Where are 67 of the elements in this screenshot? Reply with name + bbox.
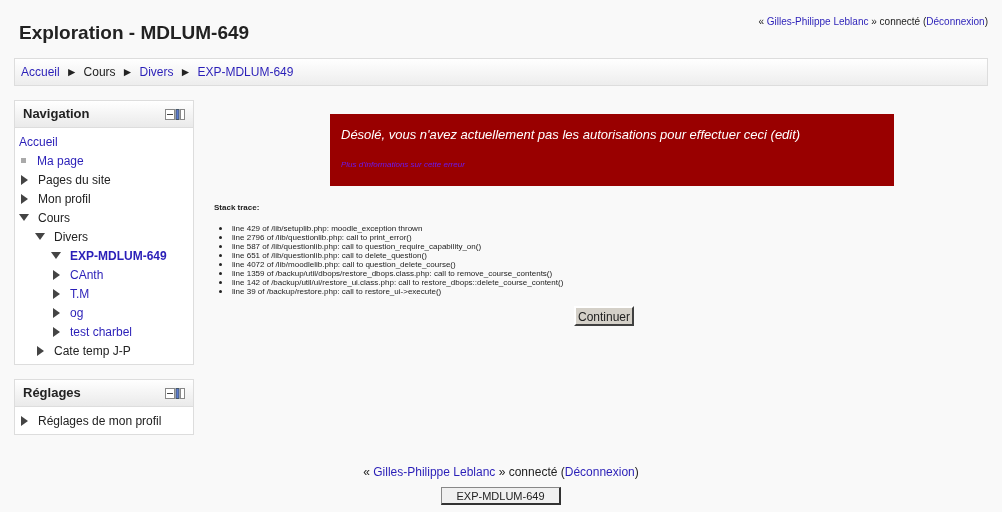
nav-item[interactable]: EXP-MDLUM-649 [70,246,167,265]
bullet-icon [219,227,222,230]
breadcrumb-separator: ► [121,64,134,81]
stack-trace-line: line 1359 of /backup/util/dbops/restore_dbops.class.php: call to remove_course_contents() [232,268,553,278]
user-link[interactable]: Gilles-Philippe Leblanc [766,14,869,29]
stack-trace-line: line 587 of /lib/questionlib.php: call to question_require_capability_on() [232,241,482,251]
collapsed-arrow-icon[interactable] [52,269,60,280]
bullet-icon [219,290,222,293]
nav-item[interactable]: Cours [38,208,70,227]
collapsed-arrow-icon[interactable] [52,307,60,318]
collapsed-arrow-icon[interactable] [20,193,28,204]
stack-trace-line: line 4072 of /lib/moodlelib.php: call to question_delete_course() [232,259,456,269]
stack-trace-line: line 39 of /backup/restore.php: call to restore_ui->execute() [232,286,442,298]
stack-trace-line: line 429 of /lib/setuplib.php: moodle_exception thrown [232,222,423,233]
bullet-icon [219,272,222,275]
bullet-icon [21,158,26,163]
breadcrumb-item: Cours [83,64,116,81]
login-suffix: ) [984,15,988,29]
bullet-icon [219,236,222,239]
login-prefix: « [758,15,764,29]
continue-button[interactable]: Continuer [574,306,634,326]
user-link[interactable]: Gilles-Philippe Leblanc [373,463,496,481]
stack-trace-title: Stack trace: [214,202,261,214]
collapsed-arrow-icon[interactable] [52,326,60,337]
bullet-icon [219,263,222,266]
breadcrumb-separator: ► [179,64,192,81]
stack-trace-line: line 142 of /backup/util/ui/restore_ui.class.php: call to restore_dbops::delete_course_content() [232,277,564,287]
nav-item[interactable]: Accueil [19,132,58,151]
nav-item[interactable]: Réglages de mon profil [38,411,162,430]
expanded-arrow-icon[interactable] [51,252,61,259]
collapsed-arrow-icon[interactable] [52,288,60,299]
nav-item[interactable]: CAnth [70,265,104,284]
logout-link[interactable]: Déconnexion [564,463,635,481]
breadcrumb-item[interactable]: Accueil [21,63,60,81]
stack-trace-line: line 2796 of /lib/questionlib.php: call to print_error() [232,232,412,242]
block-title: Navigation [23,105,90,124]
page-title: Exploration - MDLUM-649 [18,21,250,45]
nav-item[interactable]: T.M [70,284,90,303]
nav-item[interactable]: Cate temp J-P [54,341,131,360]
nav-item[interactable]: Mon profil [38,189,91,208]
breadcrumb-item[interactable]: EXP-MDLUM-649 [197,63,294,81]
logout-link[interactable]: Déconnexion [926,14,985,29]
breadcrumb-item[interactable]: Divers [139,63,174,81]
bullet-icon [219,281,222,284]
nav-item[interactable]: Pages du site [38,170,111,189]
bullet-icon [219,245,222,248]
error-message: Désolé, vous n'avez actuellement pas les autorisations pour effectuer ceci (edit) [341,126,802,144]
block-title: Réglages [23,384,81,403]
course-button[interactable]: EXP-MDLUM-649 [441,487,561,505]
nav-item[interactable]: og [70,303,84,322]
dock-icon[interactable] [165,108,185,120]
bullet-icon [219,254,222,257]
nav-item[interactable]: Divers [54,227,88,246]
login-suffix: ) [634,464,639,481]
collapsed-arrow-icon[interactable] [20,415,28,426]
collapsed-arrow-icon[interactable] [20,174,28,185]
login-status: » connecté ( [498,464,565,481]
expanded-arrow-icon[interactable] [19,214,29,221]
breadcrumb-separator: ► [65,64,78,81]
expanded-arrow-icon[interactable] [35,233,45,240]
dock-icon[interactable] [165,387,185,399]
nav-item[interactable]: test charbel [70,322,133,341]
login-prefix: « [363,464,370,481]
collapsed-arrow-icon[interactable] [36,345,44,356]
nav-item[interactable]: Ma page [37,151,84,170]
login-status: » connecté ( [871,15,927,29]
stack-trace-line: line 651 of /lib/questionlib.php: call to delete_question() [232,250,427,260]
